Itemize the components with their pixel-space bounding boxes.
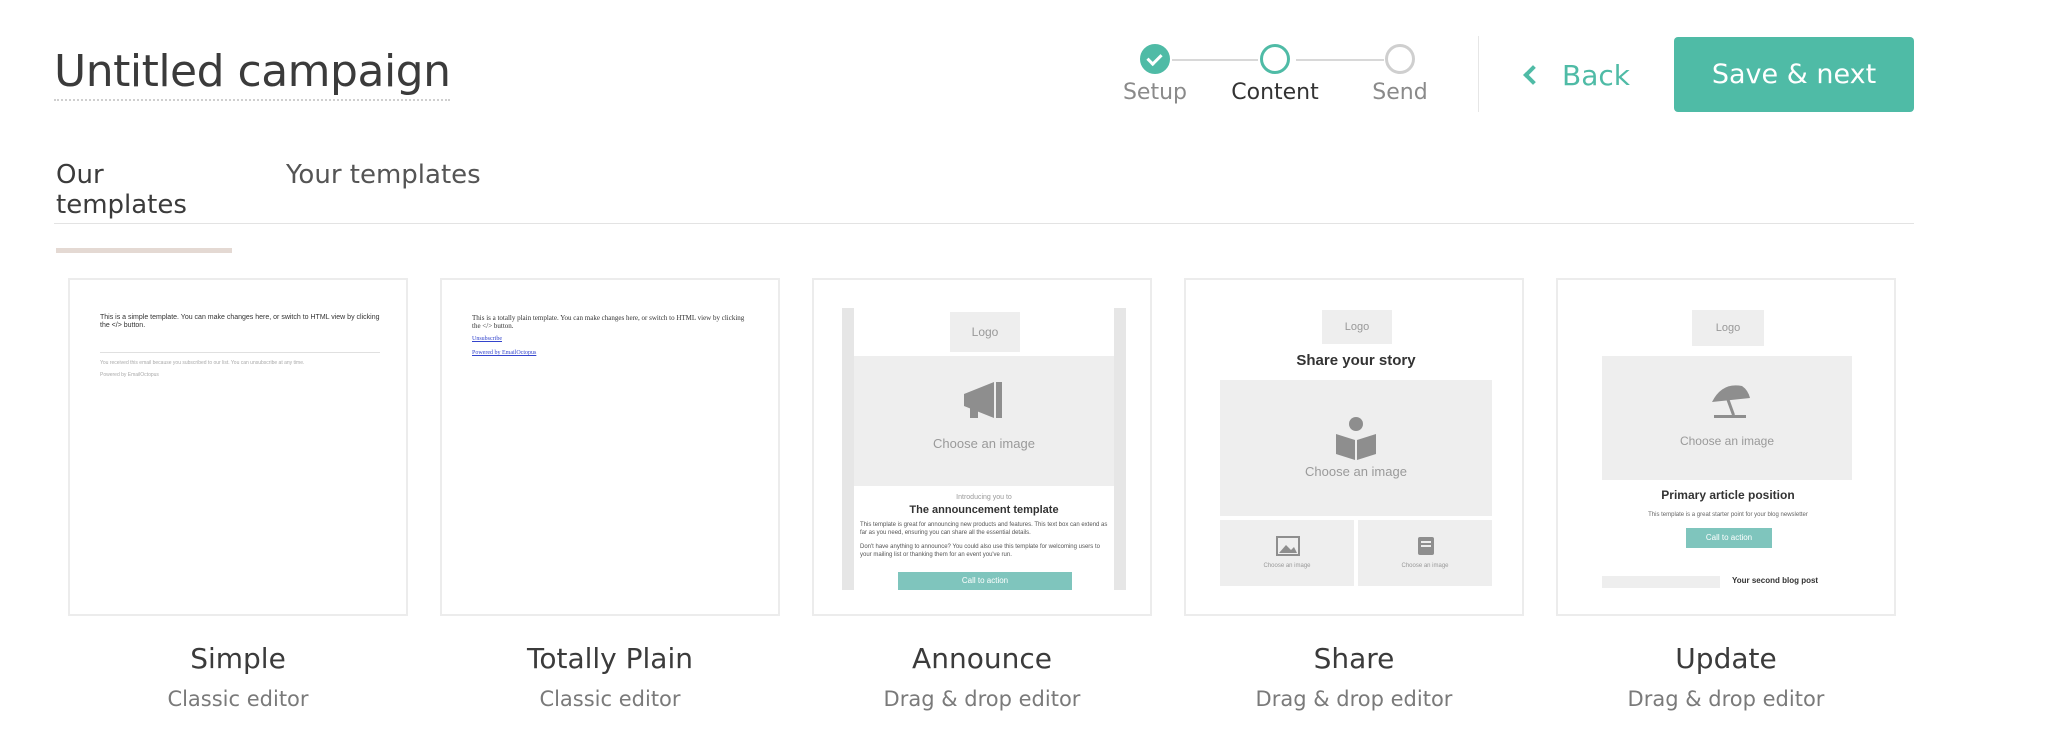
preview-cta-button: Call to action xyxy=(1686,528,1772,548)
preview-paragraph: This template is a great starter point f… xyxy=(1648,512,1808,518)
back-button[interactable]: Back xyxy=(1520,52,1630,98)
book-icon xyxy=(1418,537,1434,555)
preview-footer-text: You received this email because you subs… xyxy=(100,360,305,366)
tab-your-templates[interactable]: Your templates xyxy=(286,160,481,218)
preview-heading: Share your story xyxy=(1296,352,1416,369)
step-label: Content xyxy=(1231,80,1319,105)
template-editor-type: Drag & drop editor xyxy=(1627,687,1825,711)
back-label: Back xyxy=(1562,58,1630,92)
template-card-share[interactable]: Logo Share your story Choose an image Ch… xyxy=(1184,278,1524,711)
image-icon xyxy=(1276,536,1300,556)
preview-cta-button: Call to action xyxy=(898,572,1072,590)
template-preview-simple[interactable]: This is a simple template. You can make … xyxy=(68,278,408,616)
template-card-simple[interactable]: This is a simple template. You can make … xyxy=(68,278,408,711)
preview-powered-link: Powered by EmailOctopus xyxy=(472,350,537,356)
preview-intro: Introducing you to xyxy=(956,494,1012,501)
template-editor-type: Classic editor xyxy=(167,687,309,711)
preview-heading: Primary article position xyxy=(1661,488,1795,502)
book-reader-icon xyxy=(1336,417,1376,460)
header-divider xyxy=(1478,36,1479,112)
preview-unsubscribe-link: Unsubscribe xyxy=(472,336,502,342)
template-tabs: Our templates Your templates xyxy=(54,160,1914,253)
preview-image-placeholder: Choose an image xyxy=(933,436,1035,451)
step-label: Setup xyxy=(1122,80,1188,105)
template-name: Announce xyxy=(912,642,1052,675)
template-name: Share xyxy=(1313,642,1395,675)
template-editor-type: Classic editor xyxy=(539,687,681,711)
megaphone-icon xyxy=(964,382,1002,418)
template-editor-type: Drag & drop editor xyxy=(1255,687,1453,711)
current-step-circle-icon xyxy=(1260,44,1290,74)
preview-second-post-image xyxy=(1602,576,1720,588)
progress-stepper: Setup Content Send xyxy=(1110,44,1450,114)
template-card-announce[interactable]: Logo Choose an image Introducing you to … xyxy=(812,278,1152,711)
preview-body-text: This is a totally plain template. You ca… xyxy=(472,314,745,331)
tab-our-templates[interactable]: Our templates xyxy=(56,160,232,253)
campaign-title[interactable]: Untitled campaign xyxy=(54,46,451,101)
step-setup[interactable]: Setup xyxy=(1110,44,1200,105)
step-label: Send xyxy=(1372,80,1428,105)
save-next-button[interactable]: Save & next xyxy=(1674,37,1914,112)
preview-image-placeholder: Choose an image xyxy=(1679,434,1775,448)
preview-body-text: This is a simple template. You can make … xyxy=(100,314,380,330)
step-send[interactable]: Send xyxy=(1355,44,1445,105)
preview-paragraph-1: This template is great for announcing ne… xyxy=(860,522,1108,536)
template-card-totally-plain[interactable]: This is a totally plain template. You ca… xyxy=(440,278,780,711)
template-preview-announce[interactable]: Logo Choose an image Introducing you to … xyxy=(812,278,1152,616)
preview-logo: Logo xyxy=(950,312,1020,352)
preview-small-image-label: Choose an image xyxy=(1263,563,1311,569)
check-circle-icon xyxy=(1140,44,1170,74)
template-name: Update xyxy=(1675,642,1777,675)
template-preview-share[interactable]: Logo Share your story Choose an image Ch… xyxy=(1184,278,1524,616)
step-content[interactable]: Content xyxy=(1230,44,1320,105)
preview-heading: The announcement template xyxy=(909,504,1059,516)
preview-image-placeholder: Choose an image xyxy=(1305,464,1407,479)
pending-step-circle-icon xyxy=(1385,44,1415,74)
preview-divider xyxy=(100,352,380,353)
preview-powered-text: Powered by EmailOctopus xyxy=(100,372,159,378)
chevron-left-icon xyxy=(1523,65,1543,85)
template-preview-totally-plain[interactable]: This is a totally plain template. You ca… xyxy=(440,278,780,616)
template-preview-update[interactable]: Logo Choose an image Primary article pos… xyxy=(1556,278,1896,616)
preview-logo: Logo xyxy=(1322,310,1392,344)
preview-small-image-label: Choose an image xyxy=(1401,563,1449,569)
template-editor-type: Drag & drop editor xyxy=(883,687,1081,711)
preview-second-post-title: Your second blog post xyxy=(1732,576,1819,585)
beach-umbrella-icon xyxy=(1712,385,1750,418)
template-name: Totally Plain xyxy=(527,642,693,675)
template-name: Simple xyxy=(190,642,286,675)
preview-paragraph-2: Don't have anything to announce? You cou… xyxy=(860,544,1100,558)
template-card-update[interactable]: Logo Choose an image Primary article pos… xyxy=(1556,278,1896,711)
preview-logo: Logo xyxy=(1692,310,1764,346)
